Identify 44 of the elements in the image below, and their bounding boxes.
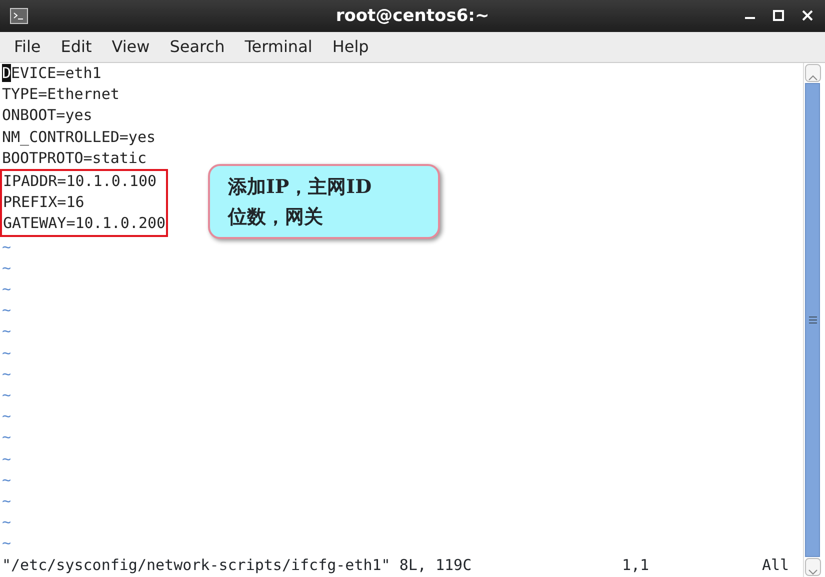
empty-line-marker: ~ [2, 342, 12, 364]
menu-item[interactable]: Help [322, 32, 379, 62]
callout-text: 位数，网关 [228, 205, 324, 230]
code-line: DEVICE=eth1 [2, 63, 102, 84]
window-title: root@centos6:~ [336, 6, 490, 26]
minimize-icon [745, 17, 755, 19]
cursor-position: 1,1 [622, 554, 650, 576]
code-line: ONBOOT=yes [2, 105, 92, 126]
code-line: NM_CONTROLLED=yes [2, 126, 156, 148]
close-icon [802, 8, 813, 23]
empty-line-marker: ~ [2, 491, 12, 512]
empty-line-marker: ~ [2, 427, 12, 448]
cursor: D [2, 64, 12, 82]
menu-item[interactable]: Edit [50, 32, 102, 62]
menu-item[interactable]: View [102, 32, 160, 62]
scrollbar-thumb[interactable] [805, 83, 820, 557]
scroll-down-button[interactable] [805, 558, 821, 576]
terminal-icon [10, 8, 28, 24]
code-line: GATEWAY=10.1.0.200 [3, 213, 166, 234]
menu-item[interactable]: Search [160, 32, 235, 62]
maximize-icon [773, 8, 784, 23]
empty-line-marker: ~ [2, 236, 12, 258]
code-line: IPADDR=10.1.0.100 [3, 171, 157, 192]
empty-line-marker: ~ [2, 385, 12, 406]
status-message: "/etc/sysconfig/network-scripts/ifcfg-eth1" 8L, 119C [2, 554, 473, 576]
empty-line-marker: ~ [2, 533, 12, 554]
empty-line-marker: ~ [2, 279, 12, 300]
menu-item[interactable]: File [4, 32, 51, 62]
empty-line-marker: ~ [2, 512, 12, 534]
empty-line-marker: ~ [2, 300, 12, 322]
scroll-position: All [762, 554, 790, 576]
empty-line-marker: ~ [2, 258, 12, 279]
callout-text: 添加IP，主网ID [228, 175, 373, 200]
code-line: TYPE=Ethernet [2, 84, 120, 106]
empty-line-marker: ~ [2, 364, 12, 385]
empty-line-marker: ~ [2, 406, 12, 428]
code-line: PREFIX=16 [3, 192, 84, 214]
empty-line-marker: ~ [2, 470, 12, 491]
menu-item[interactable]: Terminal [234, 32, 322, 62]
grip-icon [808, 316, 816, 324]
empty-line-marker: ~ [2, 448, 12, 470]
code-line: BOOTPROTO=static [2, 148, 146, 169]
empty-line-marker: ~ [2, 321, 12, 342]
scroll-up-button[interactable] [805, 64, 821, 82]
